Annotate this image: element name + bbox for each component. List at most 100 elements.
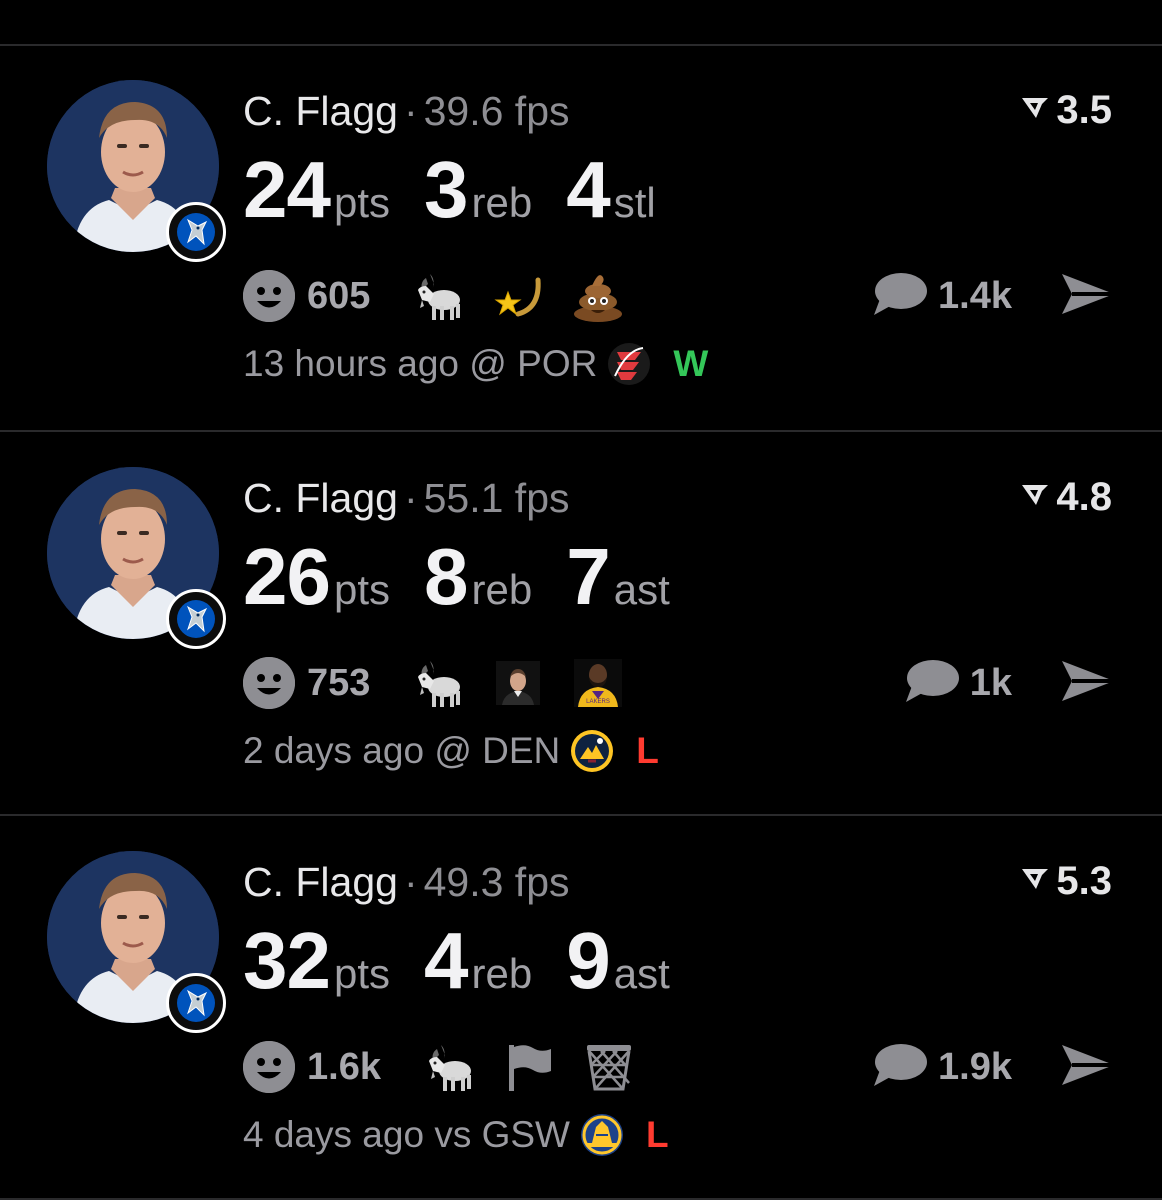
stat-reb: 3reb (424, 144, 532, 236)
comment-icon (872, 1042, 928, 1093)
stat-unit: ast (613, 950, 670, 997)
goat-icon[interactable] (408, 653, 468, 713)
smile-icon[interactable] (243, 657, 295, 709)
rating[interactable]: 3.5 (1020, 88, 1112, 133)
stat-unit: stl (613, 179, 656, 226)
stat-pts: 32pts (243, 915, 390, 1007)
game-venue[interactable]: @ POR (469, 343, 597, 385)
game-result: L (636, 730, 659, 771)
stat-line: 24pts 3reb 4stl (243, 144, 690, 236)
player-name[interactable]: C. Flagg (243, 88, 398, 134)
game-time: 13 hours ago (243, 343, 460, 384)
stat-value: 8 (424, 532, 468, 621)
reactions-bar[interactable]: 1.6k (243, 1037, 659, 1097)
game-card[interactable]: C. Flagg · 39.6 fps 3.5 24pts 3reb 4stl 605 (0, 44, 1162, 428)
share-button[interactable] (1060, 1043, 1116, 1092)
poop-icon[interactable] (568, 266, 628, 326)
reactions-bar[interactable]: 753 LAKERS (243, 653, 648, 713)
stat-value: 7 (566, 532, 610, 621)
game-card[interactable]: C. Flagg · 55.1 fps 4.8 26pts 8reb 7ast 753 … (0, 431, 1162, 815)
send-icon (1060, 661, 1116, 707)
shooting-star-icon[interactable] (488, 266, 548, 326)
goat-icon[interactable] (408, 266, 468, 326)
reaction-count: 1.6k (307, 1045, 381, 1088)
game-time: 4 days ago (243, 1114, 425, 1155)
stat-line: 32pts 4reb 9ast (243, 915, 704, 1007)
share-button[interactable] (1060, 272, 1116, 321)
svg-text:LAKERS: LAKERS (587, 699, 611, 705)
rating-icon (1020, 473, 1050, 518)
stat-unit: ast (613, 566, 670, 613)
comments-button[interactable]: 1.4k (872, 266, 1012, 326)
player-name[interactable]: C. Flagg (243, 859, 398, 905)
stat-unit: pts (333, 566, 391, 613)
stat-value: 24 (243, 145, 331, 234)
smile-icon[interactable] (243, 1041, 295, 1093)
reactions-bar[interactable]: 605 (243, 266, 648, 326)
reaction-count: 605 (307, 274, 371, 317)
stat-pts: 26pts (243, 531, 390, 623)
goat-icon[interactable] (419, 1037, 479, 1097)
game-meta: 13 hours ago @ POR W (243, 342, 708, 386)
fantasy-points: 39.6 fps (423, 88, 570, 134)
game-result: W (673, 343, 709, 384)
game-card[interactable]: C. Flagg · 49.3 fps 5.3 32pts 4reb 9ast 1.6k (0, 815, 1162, 1199)
stat-value: 9 (566, 916, 610, 1005)
rating-value: 3.5 (1056, 88, 1112, 132)
game-meta: 2 days ago @ DEN L (243, 729, 659, 773)
stat-ast: 7ast (566, 531, 670, 623)
rating-value: 5.3 (1056, 859, 1112, 903)
separator-dot: · (403, 475, 418, 521)
fantasy-points: 55.1 fps (423, 475, 570, 521)
game-result: L (645, 1114, 669, 1155)
stat-value: 4 (424, 916, 468, 1005)
trail-blazers-logo (607, 342, 651, 386)
stat-value: 26 (243, 532, 331, 621)
stat-unit: pts (333, 950, 391, 997)
comments-button[interactable]: 1k (904, 653, 1012, 713)
flag-icon[interactable] (499, 1037, 559, 1097)
fantasy-points: 49.3 fps (423, 859, 570, 905)
comment-icon (872, 271, 928, 322)
rating[interactable]: 5.3 (1020, 859, 1112, 904)
lakers-player-icon[interactable]: LAKERS (568, 653, 628, 713)
nuggets-logo (570, 729, 614, 773)
stat-reb: 4reb (424, 915, 532, 1007)
comments-button[interactable]: 1.9k (872, 1037, 1012, 1097)
warriors-logo (580, 1113, 624, 1157)
reaction-count: 753 (307, 661, 371, 704)
stat-value: 4 (566, 145, 610, 234)
stat-value: 3 (424, 145, 468, 234)
stat-stl: 4stl (566, 144, 656, 236)
stat-unit: reb (471, 179, 533, 226)
stat-line: 26pts 8reb 7ast (243, 531, 704, 623)
rating-icon (1020, 86, 1050, 131)
rating-icon (1020, 857, 1050, 902)
stat-value: 32 (243, 916, 331, 1005)
stat-ast: 9ast (566, 915, 670, 1007)
basketball-net-icon[interactable] (579, 1037, 639, 1097)
card-header: C. Flagg · 55.1 fps (243, 475, 570, 522)
smile-icon[interactable] (243, 270, 295, 322)
mavericks-logo (166, 589, 226, 649)
rating-value: 4.8 (1056, 475, 1112, 519)
share-button[interactable] (1060, 659, 1116, 708)
rating[interactable]: 4.8 (1020, 475, 1112, 520)
game-venue[interactable]: vs GSW (434, 1114, 570, 1156)
stat-unit: reb (471, 566, 533, 613)
game-meta: 4 days ago vs GSW L (243, 1113, 669, 1157)
comment-count: 1.9k (938, 1045, 1012, 1088)
person-icon[interactable] (488, 653, 548, 713)
game-time: 2 days ago (243, 730, 425, 771)
separator-dot: · (403, 88, 418, 134)
comment-count: 1.4k (938, 274, 1012, 317)
send-icon (1060, 1045, 1116, 1091)
game-venue[interactable]: @ DEN (434, 730, 560, 772)
comment-count: 1k (969, 661, 1012, 704)
player-name[interactable]: C. Flagg (243, 475, 398, 521)
mavericks-logo (166, 973, 226, 1033)
card-header: C. Flagg · 49.3 fps (243, 859, 570, 906)
stat-unit: reb (471, 950, 533, 997)
comment-icon (904, 658, 960, 709)
card-header: C. Flagg · 39.6 fps (243, 88, 570, 135)
